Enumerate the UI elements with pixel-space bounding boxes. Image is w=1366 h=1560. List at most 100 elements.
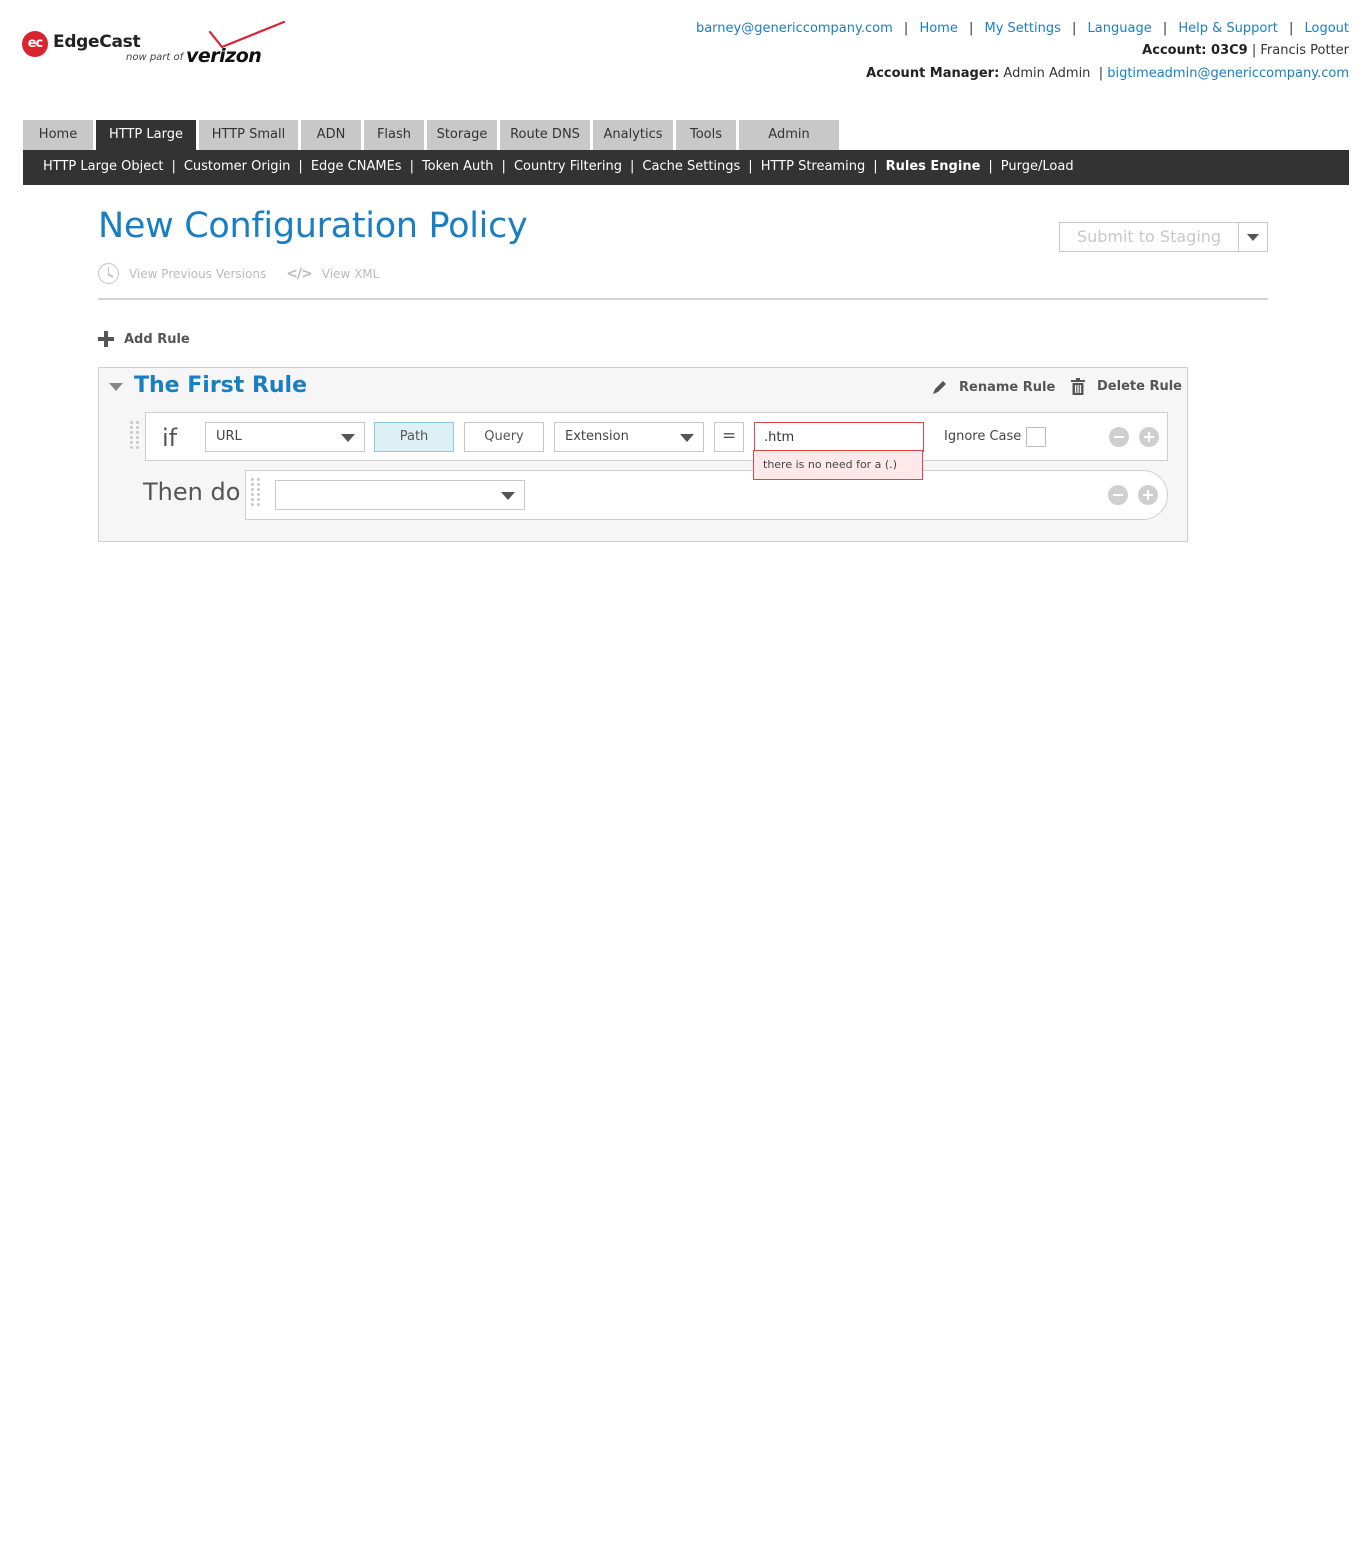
- account-manager-info: Account Manager: Admin Admin | bigtimead…: [866, 66, 1349, 81]
- attribute-value: Extension: [565, 429, 629, 444]
- main-tabs: Home HTTP Large HTTP Small ADN Flash Sto…: [23, 120, 839, 150]
- clock-icon: [98, 263, 119, 284]
- user-email-link[interactable]: barney@genericcompany.com: [696, 21, 893, 36]
- account-name: Francis Potter: [1260, 43, 1349, 58]
- tab-flash[interactable]: Flash: [364, 120, 424, 150]
- submit-split-button: Submit to Staging: [1059, 222, 1268, 252]
- separator: |: [1072, 21, 1077, 36]
- rename-rule-button[interactable]: Rename Rule: [931, 378, 1055, 396]
- validation-error-tooltip: there is no need for a (.): [753, 450, 923, 480]
- subnav-token-auth[interactable]: Token Auth: [422, 159, 494, 174]
- logout-link[interactable]: Logout: [1304, 21, 1349, 36]
- view-previous-versions-label: View Previous Versions: [129, 266, 267, 281]
- tab-http-small[interactable]: HTTP Small: [199, 120, 298, 150]
- tab-storage[interactable]: Storage: [427, 120, 497, 150]
- rule-panel: The First Rule Rename Rule Delete Rule i…: [98, 367, 1188, 542]
- remove-condition-minus-icon[interactable]: [1109, 427, 1129, 447]
- separator: |: [968, 21, 974, 36]
- tab-admin[interactable]: Admin: [739, 120, 839, 150]
- trash-icon: [1071, 378, 1085, 395]
- separator: |: [298, 159, 303, 174]
- ignore-case-checkbox[interactable]: [1026, 427, 1046, 447]
- drag-handle-icon[interactable]: [251, 478, 261, 506]
- tab-analytics[interactable]: Analytics: [593, 120, 673, 150]
- match-type-select[interactable]: URL: [205, 422, 365, 452]
- language-link[interactable]: Language: [1088, 21, 1152, 36]
- drag-handle-icon[interactable]: [130, 421, 140, 449]
- page-title: New Configuration Policy: [98, 206, 528, 246]
- pencil-icon: [933, 381, 946, 394]
- add-rule-label: Add Rule: [124, 331, 190, 347]
- tab-home[interactable]: Home: [23, 120, 93, 150]
- path-toggle-button[interactable]: Path: [374, 422, 454, 452]
- collapse-triangle-icon[interactable]: [109, 383, 123, 391]
- account-manager-name: Admin Admin: [1003, 66, 1091, 81]
- view-xml-label: View XML: [321, 266, 380, 281]
- ignore-case-label: Ignore Case: [944, 429, 1022, 444]
- plus-icon: [98, 331, 114, 347]
- add-action-plus-icon[interactable]: [1138, 485, 1158, 505]
- view-previous-versions-link[interactable]: View Previous Versions: [98, 263, 266, 284]
- subnav-cache-settings[interactable]: Cache Settings: [642, 159, 740, 174]
- chevron-down-icon: [680, 434, 694, 442]
- subnav-purge-load[interactable]: Purge/Load: [1001, 159, 1074, 174]
- tab-tools[interactable]: Tools: [676, 120, 736, 150]
- chevron-down-icon: [341, 434, 355, 442]
- ec-logo-mark: ec: [22, 31, 48, 57]
- separator: |: [903, 21, 909, 36]
- condition-row: if URL Path Query Extension = Ignore Cas…: [145, 412, 1168, 461]
- account-manager-label: Account Manager:: [866, 66, 1000, 81]
- home-link[interactable]: Home: [919, 21, 957, 36]
- separator: |: [873, 159, 878, 174]
- attribute-select[interactable]: Extension: [554, 422, 704, 452]
- separator: |: [1288, 21, 1294, 36]
- subnav-country-filtering[interactable]: Country Filtering: [514, 159, 622, 174]
- separator: |: [1162, 21, 1168, 36]
- separator: |: [501, 159, 506, 174]
- match-type-value: URL: [216, 429, 242, 444]
- verizon-check-icon: [208, 20, 286, 49]
- my-settings-link[interactable]: My Settings: [985, 21, 1061, 36]
- subnav-rules-engine[interactable]: Rules Engine: [886, 159, 981, 174]
- if-keyword: if: [162, 424, 178, 452]
- divider: [98, 298, 1268, 300]
- action-row: [245, 470, 1168, 520]
- chevron-down-icon: [501, 492, 515, 500]
- separator: |: [748, 159, 753, 174]
- sub-navigation: HTTP Large Object | Customer Origin | Edge C…: [23, 150, 1349, 185]
- separator: |: [1251, 43, 1257, 58]
- subnav-http-large-object[interactable]: HTTP Large Object: [43, 159, 163, 174]
- view-xml-link[interactable]: </> View XML: [286, 266, 379, 282]
- tab-adn[interactable]: ADN: [301, 120, 361, 150]
- subnav-http-streaming[interactable]: HTTP Streaming: [761, 159, 866, 174]
- account-info: Account: 03C9 | Francis Potter: [1142, 43, 1349, 58]
- delete-rule-label: Delete Rule: [1097, 379, 1182, 394]
- separator: |: [171, 159, 176, 174]
- submit-dropdown-chevron-icon[interactable]: [1239, 223, 1267, 251]
- remove-action-minus-icon[interactable]: [1108, 485, 1128, 505]
- query-toggle-button[interactable]: Query: [464, 422, 544, 452]
- condition-value-input[interactable]: [754, 422, 924, 452]
- separator: |: [1098, 66, 1104, 81]
- policy-actions: View Previous Versions </> View XML: [98, 263, 379, 284]
- tab-http-large[interactable]: HTTP Large: [96, 120, 196, 150]
- action-select[interactable]: [275, 480, 525, 510]
- subnav-customer-origin[interactable]: Customer Origin: [184, 159, 291, 174]
- separator: |: [409, 159, 414, 174]
- add-rule-button[interactable]: Add Rule: [98, 331, 190, 347]
- separator: |: [988, 159, 993, 174]
- operator-button[interactable]: =: [714, 422, 744, 452]
- delete-rule-button[interactable]: Delete Rule: [1071, 378, 1182, 395]
- edgecast-logo[interactable]: ec EdgeCast now part of verizon: [22, 20, 286, 70]
- brand-name: EdgeCast: [53, 32, 141, 52]
- submit-to-staging-button[interactable]: Submit to Staging: [1060, 223, 1239, 251]
- separator: |: [630, 159, 635, 174]
- subnav-edge-cnames[interactable]: Edge CNAMEs: [311, 159, 402, 174]
- brand-tagline: now part of: [126, 52, 184, 63]
- top-links: barney@genericcompany.com | Home | My Se…: [696, 21, 1349, 36]
- tab-route-dns[interactable]: Route DNS: [500, 120, 590, 150]
- add-condition-plus-icon[interactable]: [1139, 427, 1159, 447]
- help-support-link[interactable]: Help & Support: [1178, 21, 1277, 36]
- code-icon: </>: [286, 265, 313, 282]
- account-manager-email-link[interactable]: bigtimeadmin@genericcompany.com: [1107, 66, 1349, 81]
